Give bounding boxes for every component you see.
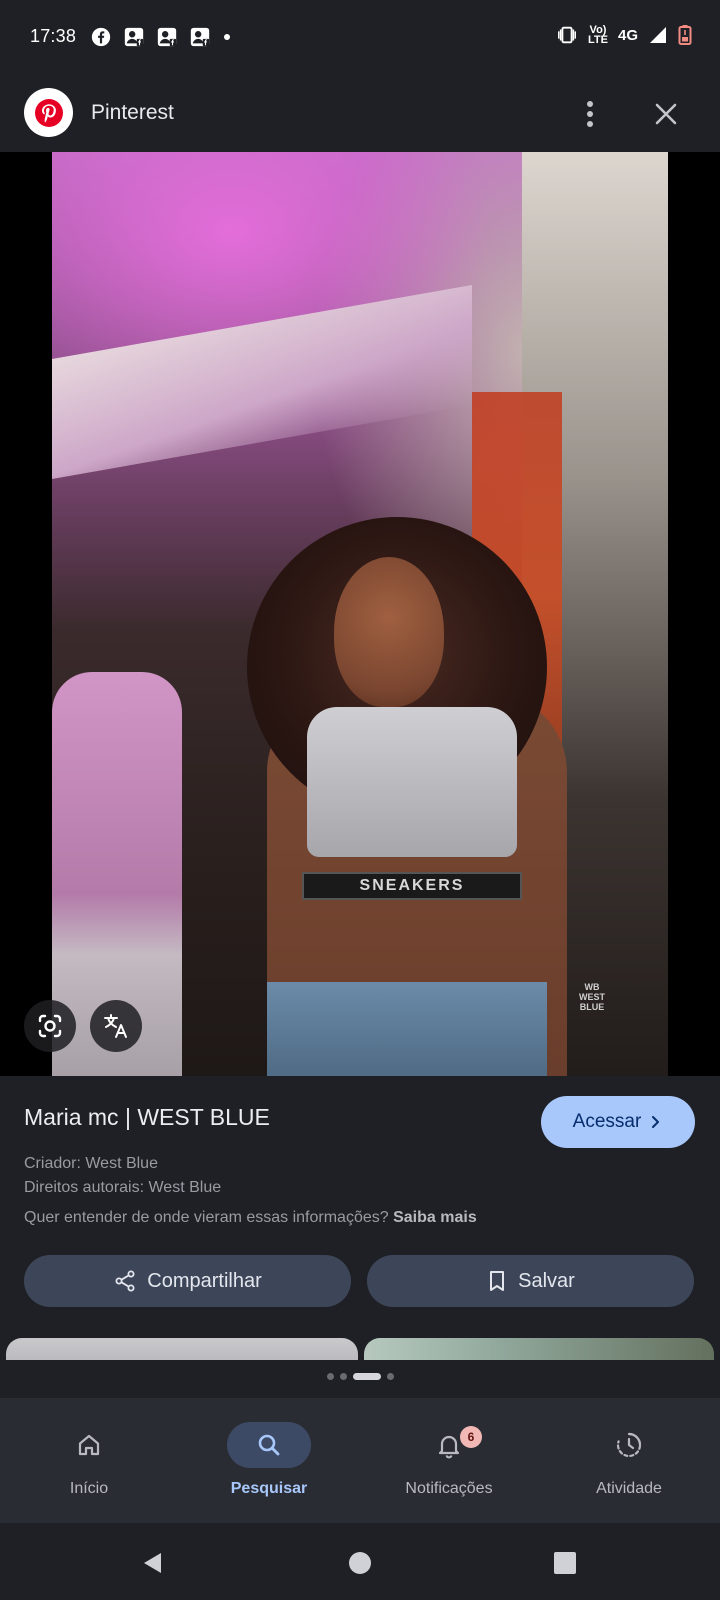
source-question: Quer entender de onde vieram essas infor… [24,1209,389,1226]
carousel-dot [339,1373,347,1380]
google-lens-icon [38,1014,62,1038]
search-icon [258,1434,280,1456]
facebook-avatar-icon [157,27,177,47]
app-title: Pinterest [91,101,174,124]
home-icon [78,1434,100,1456]
related-image-thumbnail[interactable] [364,1338,714,1360]
photo-crop-top [307,707,517,857]
nav-search[interactable]: Pesquisar [189,1398,349,1523]
share-label: Compartilhar [147,1269,262,1292]
dot-icon [224,34,230,40]
volte-indicator: Vo) LTE [588,25,608,46]
photo-jeans [267,982,547,1076]
close-button[interactable] [648,96,684,132]
nav-search-label: Pesquisar [230,1480,308,1497]
bell-icon [438,1435,460,1459]
copyright-text: Direitos autorais: West Blue [24,1179,222,1196]
lens-search-button[interactable] [24,1000,76,1052]
battery-low-icon [678,25,692,45]
back-triangle-icon [144,1553,161,1573]
translate-icon [104,1014,127,1038]
image-viewer[interactable]: SNEAKERS WB WEST BLUE [0,152,720,1076]
nav-activity[interactable]: Atividade [549,1398,709,1523]
save-button[interactable]: Salvar [367,1255,694,1307]
share-button[interactable]: Compartilhar [24,1255,351,1307]
creator-text: Criador: West Blue [24,1155,158,1172]
photo-waistband-text: SNEAKERS [302,872,522,900]
carousel-dot [326,1373,334,1380]
main-photo: SNEAKERS WB WEST BLUE [52,152,668,1076]
carousel-dot [352,1373,381,1380]
nav-notifications-label: Notificações [405,1480,493,1497]
pin-title: Maria mc | WEST BLUE [24,1104,270,1130]
chevron-right-icon [652,1116,660,1128]
visit-button-label: Acessar [572,1111,642,1132]
notification-badge: 6 [460,1426,482,1448]
translate-button[interactable] [90,1000,142,1052]
strip-divider [0,1360,720,1400]
notification-icons [90,26,232,48]
close-icon [655,103,677,125]
nav-home-label: Início [69,1480,109,1497]
nav-notifications[interactable]: 6 Notificações [369,1398,529,1523]
facebook-avatar-icon [190,27,210,47]
lte-label: LTE [588,34,608,46]
carousel-indicator [0,1373,720,1380]
more-vert-icon [587,101,593,127]
learn-more-link[interactable]: Saiba mais [393,1209,477,1226]
photo-watermark: WB WEST BLUE [579,982,605,1012]
home-circle-icon [349,1552,371,1574]
bottom-navigation: Início Pesquisar 6 Notificações Atividad… [0,1398,720,1523]
system-home-button[interactable] [340,1543,380,1583]
share-icon [115,1270,135,1292]
photo-ceiling-beam [52,284,472,480]
signal-icon [650,27,666,43]
more-options-button[interactable] [572,94,608,134]
nav-home-icon-wrap [47,1422,131,1468]
system-navigation-bar [0,1523,720,1600]
related-image-thumbnail[interactable] [6,1338,358,1360]
network-type: 4G [617,26,638,44]
system-back-button[interactable] [133,1543,173,1583]
nav-activity-label: Atividade [596,1480,662,1497]
status-bar: 17:38 Vo) LTE 4G [0,0,720,76]
source-info-text: Quer entender de onde vieram essas infor… [24,1209,477,1227]
recents-square-icon [554,1552,576,1574]
save-label: Salvar [518,1269,575,1292]
related-images-strip [0,1338,720,1360]
nav-search-icon-wrap [227,1422,311,1468]
visit-button[interactable]: Acessar [541,1096,695,1148]
status-time: 17:38 [30,26,77,46]
nav-activity-icon-wrap [587,1422,671,1468]
app-header: Pinterest [0,76,720,152]
facebook-avatar-icon [124,27,144,47]
facebook-icon [91,27,111,47]
system-recents-button[interactable] [545,1543,585,1583]
vibrate-icon [558,26,576,44]
pinterest-logo-icon [24,88,73,137]
bookmark-icon [490,1271,505,1291]
nav-home[interactable]: Início [9,1398,169,1523]
photo-person-face [334,557,444,707]
activity-icon [616,1432,642,1458]
system-status-icons: Vo) LTE 4G [556,24,692,46]
carousel-dot [386,1373,394,1380]
